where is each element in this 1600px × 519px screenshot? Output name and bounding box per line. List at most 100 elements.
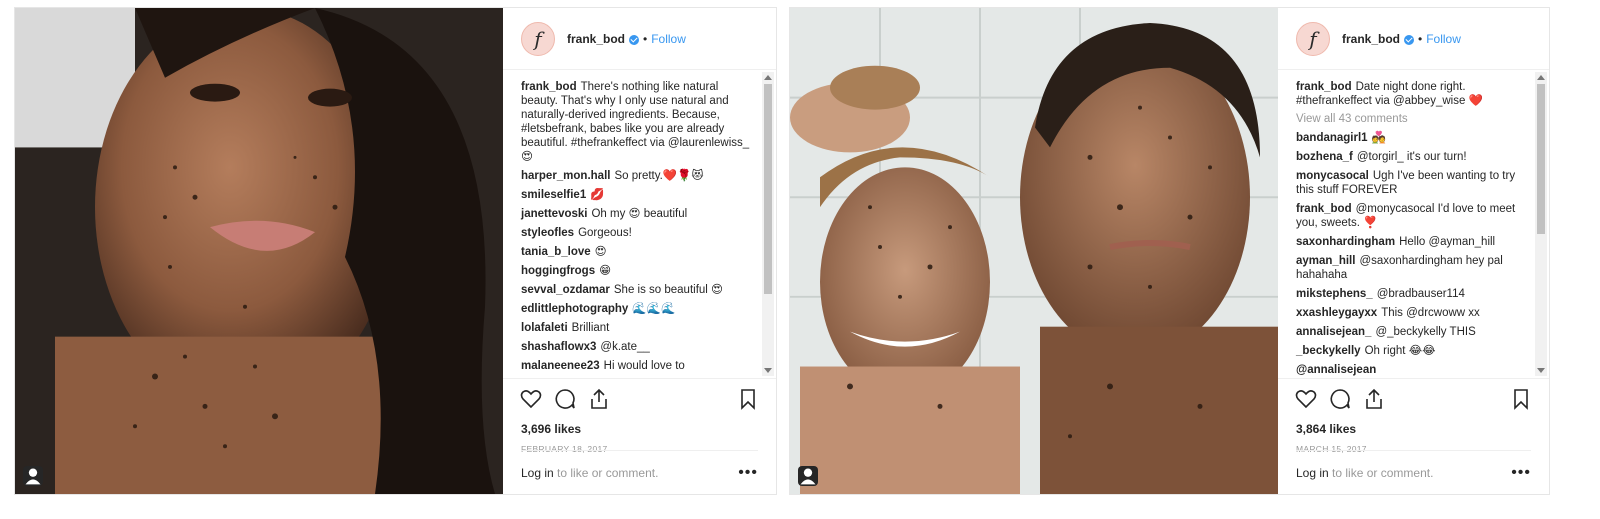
comment-username[interactable]: harper_mon.hall <box>521 170 610 182</box>
heart-icon[interactable] <box>1294 387 1318 411</box>
comment-text: Oh right 😂😂 <box>1364 345 1436 357</box>
caption-username[interactable]: frank_bod <box>521 81 577 93</box>
comments-scrollbar[interactable] <box>762 72 774 376</box>
list-item: bozhena_f @torgirl_ it's our turn! <box>1296 150 1523 164</box>
avatar[interactable]: f <box>521 21 555 56</box>
comment-username[interactable]: _beckykelly <box>1296 345 1361 357</box>
scrollbar-thumb[interactable] <box>764 84 772 294</box>
list-item: @annalisejean <box>1296 363 1523 377</box>
post-sidebar: f frank_bod • Follow frank_bod Date night… <box>1278 8 1549 494</box>
post-photo[interactable] <box>15 8 503 494</box>
comment-text: Gorgeous! <box>578 227 632 239</box>
comment-text: 😁 <box>599 265 612 277</box>
comments-scrollbar[interactable] <box>1535 72 1547 376</box>
comment-bubble-icon[interactable] <box>1328 387 1352 411</box>
comments-list[interactable]: frank_bod There's nothing like natural be… <box>503 70 776 378</box>
list-item: ayman_hill @saxonhardingham hey pal hahah… <box>1296 254 1523 282</box>
post-actions <box>1278 378 1549 418</box>
list-item: monycasocal Ugh I've been wanting to try … <box>1296 169 1523 197</box>
bookmark-icon[interactable] <box>1509 387 1533 411</box>
comment-text: @k.ate__ <box>600 341 650 353</box>
separator-dot: • <box>643 31 648 46</box>
list-item: harper_mon.hall So pretty.❤️🌹😻 <box>521 169 750 183</box>
comment-username[interactable]: mikstephens_ <box>1296 288 1373 300</box>
comment-bubble-icon[interactable] <box>553 387 577 411</box>
comment-username[interactable]: saxonhardingham <box>1296 236 1395 248</box>
comment-text: Hi would love to <box>603 360 685 372</box>
list-item: styleofles Gorgeous! <box>521 226 750 240</box>
list-item: tania_b_love 😍 <box>521 245 750 259</box>
comment-text: So pretty.❤️🌹😻 <box>614 170 704 182</box>
login-prompt: to like or comment. <box>553 465 659 480</box>
comment-username[interactable]: janettevoski <box>521 208 587 220</box>
post-photo[interactable] <box>790 8 1278 494</box>
comment-text: Brilliant <box>571 322 610 334</box>
share-icon[interactable] <box>587 387 611 411</box>
list-item: smileselfie1 💋 <box>521 188 750 202</box>
woman-face-photo <box>15 8 503 494</box>
login-prompt: to like or comment. <box>1328 465 1434 480</box>
login-bar: Log in to like or comment. ••• <box>521 450 758 494</box>
comment-username[interactable]: hoggingfrogs <box>521 265 595 277</box>
like-count[interactable]: 3,696 likes <box>503 418 776 436</box>
list-item: annalisejean_ @_beckykelly THIS <box>1296 325 1523 339</box>
caption-text: There's nothing like natural beauty. Tha… <box>521 81 750 163</box>
comment-username[interactable]: edlittlephotography <box>521 303 628 315</box>
login-link[interactable]: Log in <box>521 466 554 480</box>
comments-list[interactable]: frank_bod Date night done right. #thefran… <box>1278 70 1549 378</box>
caption: frank_bod There's nothing like natural be… <box>521 80 750 164</box>
comment-text: @_beckykelly THIS <box>1375 326 1476 338</box>
comment-text: 💑 <box>1371 132 1386 144</box>
person-tag-icon[interactable] <box>798 466 818 486</box>
view-all-comments-link[interactable]: View all 43 comments <box>1296 113 1523 125</box>
comment-username[interactable]: shashaflowx3 <box>521 341 596 353</box>
comment-text: 😍 <box>594 246 607 258</box>
scroll-down-icon[interactable] <box>764 368 772 373</box>
comment-username[interactable]: bandanagirl1 <box>1296 132 1368 144</box>
comment-username[interactable]: tania_b_love <box>521 246 591 258</box>
scroll-up-icon[interactable] <box>764 75 772 80</box>
more-options-icon[interactable]: ••• <box>1511 464 1531 482</box>
comment-username[interactable]: monycasocal <box>1296 170 1369 182</box>
list-item: malaneenee23 Hi would love to <box>521 359 750 373</box>
bookmark-icon[interactable] <box>736 387 760 411</box>
instagram-post: f frank_bod • Follow frank_bod There's no… <box>14 7 777 495</box>
person-tag-icon[interactable] <box>23 466 43 486</box>
comment-username[interactable]: sevval_ozdamar <box>521 284 610 296</box>
comment-username[interactable]: frank_bod <box>1296 203 1352 215</box>
comment-username[interactable]: lolafaleti <box>521 322 568 334</box>
comment-username[interactable]: bozhena_f <box>1296 151 1353 163</box>
more-options-icon[interactable]: ••• <box>738 464 758 482</box>
comment-username[interactable]: malaneenee23 <box>521 360 600 372</box>
follow-button[interactable]: Follow <box>1426 32 1461 46</box>
username-link[interactable]: frank_bod <box>1342 32 1400 46</box>
follow-button[interactable]: Follow <box>651 32 686 46</box>
comment-text: @torgirl_ it's our turn! <box>1356 151 1467 163</box>
scroll-down-icon[interactable] <box>1537 368 1545 373</box>
caption-username[interactable]: frank_bod <box>1296 81 1352 93</box>
username-link[interactable]: frank_bod <box>567 32 625 46</box>
comment-text: This @drcwoww xx <box>1381 307 1480 319</box>
list-item: mikstephens_ @bradbauser114 <box>1296 287 1523 301</box>
comment-username[interactable]: @annalisejean <box>1296 364 1376 376</box>
like-count[interactable]: 3,864 likes <box>1278 418 1549 436</box>
list-item: _beckykelly Oh right 😂😂 <box>1296 344 1523 358</box>
comment-username[interactable]: ayman_hill <box>1296 255 1355 267</box>
share-icon[interactable] <box>1362 387 1386 411</box>
separator-dot: • <box>1418 31 1423 46</box>
comment-username[interactable]: smileselfie1 <box>521 189 586 201</box>
comment-username[interactable]: styleofles <box>521 227 574 239</box>
list-item: sevval_ozdamar She is so beautiful 😍 <box>521 283 750 297</box>
comment-text: 🌊🌊🌊 <box>632 303 676 315</box>
login-link[interactable]: Log in <box>1296 466 1329 480</box>
comment-username[interactable]: xxashleygayxx <box>1296 307 1377 319</box>
verified-badge-icon <box>1404 34 1415 45</box>
list-item: janettevoski Oh my 😍 beautiful <box>521 207 750 221</box>
comment-username[interactable]: annalisejean_ <box>1296 326 1371 338</box>
list-item: edlittlephotography 🌊🌊🌊 <box>521 302 750 316</box>
comment-text: @bradbauser114 <box>1376 288 1465 300</box>
scroll-up-icon[interactable] <box>1537 75 1545 80</box>
avatar[interactable]: f <box>1296 21 1330 56</box>
scrollbar-thumb[interactable] <box>1537 84 1545 234</box>
heart-icon[interactable] <box>519 387 543 411</box>
